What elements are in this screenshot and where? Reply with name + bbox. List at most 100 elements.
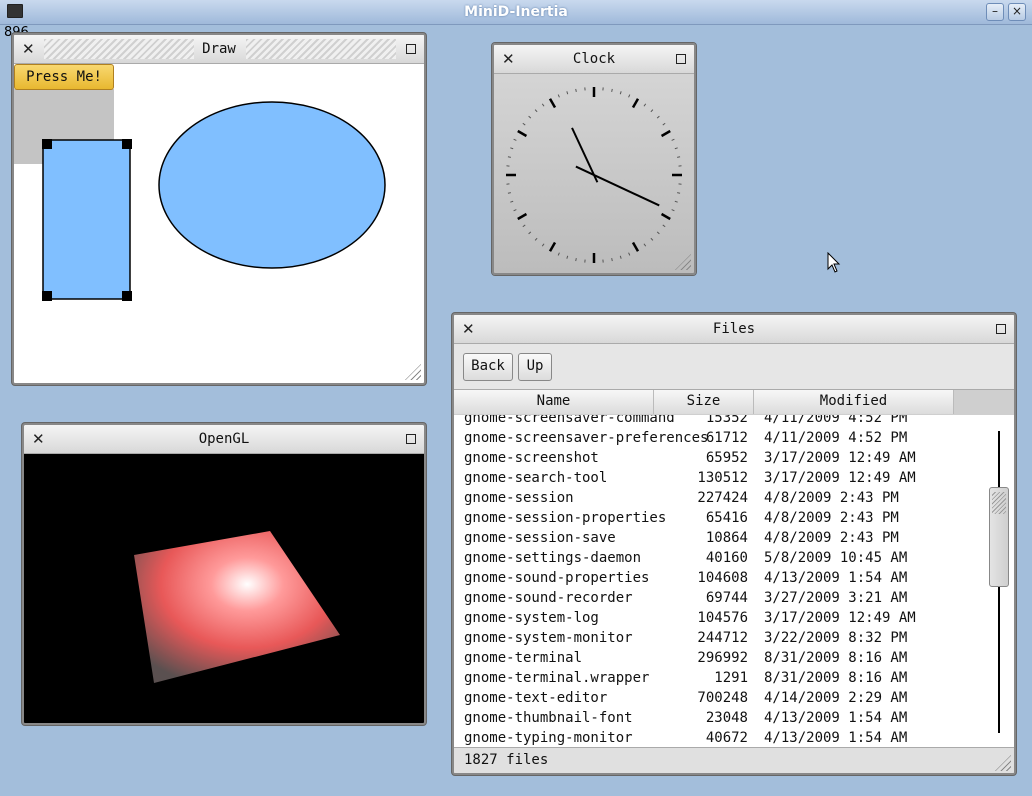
cell-modified: 3/17/2009 12:49 AM [764, 610, 916, 626]
resize-grip-icon[interactable] [995, 755, 1011, 771]
cell-name: gnome-session-save [464, 530, 616, 546]
clock-minute-tick [656, 115, 660, 119]
cell-size: 104608 [697, 570, 748, 586]
ellipse-shape [158, 101, 386, 269]
table-row[interactable]: gnome-thumbnail-font 23048 4/13/2009 1:54 … [454, 709, 984, 729]
scrollbar[interactable] [984, 415, 1014, 747]
draw-window[interactable]: ✕ Draw Press Me! [12, 33, 426, 385]
cell-name: gnome-sound-recorder [464, 590, 633, 606]
clock-minute-tick [656, 231, 660, 235]
clock-minute-tick [628, 94, 631, 98]
clock-minute-tick [643, 243, 647, 247]
clock-minute-tick [522, 224, 526, 228]
table-row[interactable]: gnome-screenshot 65952 3/17/2009 12:49 AM [454, 449, 984, 469]
cell-size: 40672 [705, 730, 748, 746]
clock-minute-tick [671, 138, 675, 141]
table-row[interactable]: gnome-search-tool 130512 3/17/2009 12:49 A… [454, 469, 984, 489]
clock-titlebar[interactable]: ✕ Clock [494, 45, 694, 74]
cell-modified: 3/17/2009 12:49 AM [764, 450, 916, 466]
clock-minute-tick [534, 237, 538, 241]
cell-name: gnome-system-log [464, 610, 599, 626]
cell-name: gnome-typing-monitor [464, 730, 633, 746]
clock-minute-tick [513, 209, 517, 212]
table-row[interactable]: gnome-sound-properties 104608 4/13/2009 1:… [454, 569, 984, 589]
maximize-icon[interactable] [406, 434, 416, 444]
clock-hour-tick [548, 241, 557, 252]
table-row[interactable]: gnome-terminal.wrapper 1291 8/31/2009 8:16… [454, 669, 984, 689]
cell-size: 15352 [705, 415, 748, 426]
maximize-icon[interactable] [676, 54, 686, 64]
grip-icon [992, 492, 1006, 514]
clock-minute-tick [650, 109, 654, 113]
table-row[interactable]: gnome-session-properties 65416 4/8/2009 2:… [454, 509, 984, 529]
column-header-modified[interactable]: Modified [754, 390, 954, 414]
app-titlebar: MiniD-Inertia – × [0, 0, 1032, 25]
table-row[interactable]: gnome-session 227424 4/8/2009 2:43 PM [454, 489, 984, 509]
table-row[interactable]: gnome-settings-daemon 40160 5/8/2009 10:45… [454, 549, 984, 569]
table-row[interactable]: gnome-session-save 10864 4/8/2009 2:43 PM [454, 529, 984, 549]
cell-modified: 8/31/2009 8:16 AM [764, 670, 908, 686]
cell-modified: 4/14/2009 2:29 AM [764, 690, 908, 706]
clock-minute-tick [643, 103, 647, 107]
maximize-icon[interactable] [996, 324, 1006, 334]
clock-minute-tick [541, 243, 545, 247]
cell-size: 700248 [697, 690, 748, 706]
cell-modified: 8/31/2009 8:16 AM [764, 650, 908, 666]
clock-minute-tick [671, 209, 675, 212]
table-row[interactable]: gnome-typing-monitor 40672 4/13/2009 1:54 … [454, 729, 984, 747]
cell-name: gnome-search-tool [464, 470, 608, 486]
files-titlebar[interactable]: ✕ Files [454, 315, 1014, 344]
cell-size: 244712 [697, 630, 748, 646]
scrollbar-thumb[interactable] [989, 487, 1009, 587]
cell-name: gnome-text-editor [464, 690, 608, 706]
cell-name: gnome-screensaver-command [464, 415, 675, 426]
clock-window[interactable]: ✕ Clock [492, 43, 696, 275]
clock-minute-tick [513, 138, 517, 141]
cell-modified: 4/8/2009 2:43 PM [764, 490, 899, 506]
table-row[interactable]: gnome-system-monitor 244712 3/22/2009 8:32… [454, 629, 984, 649]
cell-name: gnome-thumbnail-font [464, 710, 633, 726]
cell-modified: 4/13/2009 1:54 AM [764, 730, 908, 746]
column-header-size[interactable]: Size [654, 390, 754, 414]
clock-minute-tick [628, 252, 631, 256]
cell-size: 104576 [697, 610, 748, 626]
clock-face [506, 87, 682, 263]
opengl-viewport [134, 531, 340, 683]
clock-hour-tick [660, 212, 671, 221]
opengl-title: OpenGL [198, 431, 250, 447]
cell-modified: 4/11/2009 4:52 PM [764, 415, 908, 426]
clock-minute-tick [534, 109, 538, 113]
column-header-row: Name Size Modified [454, 389, 1014, 416]
status-bar: 1827 files [454, 747, 1014, 773]
clock-minute-tick [575, 88, 577, 92]
files-window[interactable]: ✕ Files Back Up Name Size Modified gnome… [452, 313, 1016, 775]
draw-canvas[interactable] [14, 35, 424, 383]
cell-size: 65952 [705, 450, 748, 466]
opengl-titlebar[interactable]: ✕ OpenGL [24, 425, 424, 454]
column-header-name[interactable]: Name [454, 390, 654, 414]
mouse-cursor-icon [827, 252, 841, 273]
clock-title: Clock [572, 51, 616, 67]
opengl-window[interactable]: ✕ OpenGL [22, 423, 426, 725]
file-list[interactable]: gnome-screensaver-command 15352 4/11/2009 … [454, 415, 984, 747]
clock-minute-tick [662, 122, 666, 126]
files-title: Files [712, 321, 756, 337]
table-row[interactable]: gnome-text-editor 700248 4/14/2009 2:29 AM [454, 689, 984, 709]
table-row[interactable]: gnome-system-log 104576 3/17/2009 12:49 AM [454, 609, 984, 629]
table-row[interactable]: gnome-screensaver-preferences 61712 4/11/2… [454, 429, 984, 449]
back-button[interactable]: Back [463, 353, 513, 381]
clock-minute-tick [522, 122, 526, 126]
clock-minute-tick [507, 192, 511, 194]
table-row[interactable]: gnome-sound-recorder 69744 3/27/2009 3:21 … [454, 589, 984, 609]
table-row[interactable]: gnome-terminal 296992 8/31/2009 8:16 AM [454, 649, 984, 669]
close-icon[interactable]: × [1008, 3, 1026, 21]
clock-hour-tick [548, 98, 557, 109]
clock-minute-tick [611, 88, 613, 92]
cell-size: 130512 [697, 470, 748, 486]
minimize-icon[interactable]: – [986, 3, 1004, 21]
clock-minute-tick [528, 115, 532, 119]
cell-modified: 3/17/2009 12:49 AM [764, 470, 916, 486]
table-row[interactable]: gnome-screensaver-command 15352 4/11/2009 … [454, 415, 984, 429]
up-button[interactable]: Up [518, 353, 552, 381]
cell-name: gnome-terminal [464, 650, 583, 666]
